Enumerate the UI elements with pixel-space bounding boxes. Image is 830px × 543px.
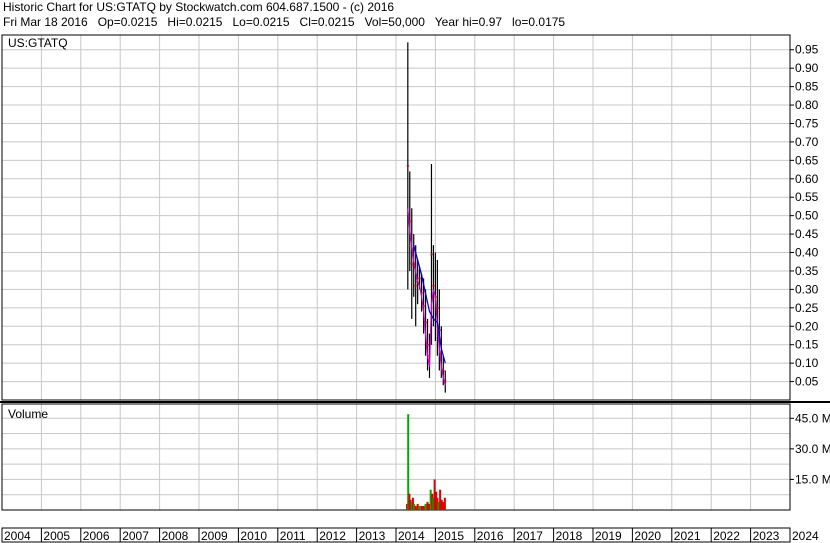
- price-tick-label: 0.70: [795, 135, 819, 149]
- price-tick-label: 0.90: [795, 61, 819, 75]
- x-tick-label: 2005: [43, 529, 70, 543]
- price-close-mark: [406, 164, 409, 167]
- x-tick-label: 2010: [240, 529, 267, 543]
- price-tick-label: 0.60: [795, 172, 819, 186]
- volume-bar: [426, 501, 429, 510]
- grid-lines: [1, 35, 791, 510]
- price-tick-label: 0.20: [795, 319, 819, 333]
- volume-bar: [414, 505, 417, 510]
- volume-tick-label: 30.0 M: [795, 442, 830, 456]
- panel-frames: [0, 34, 830, 543]
- price-tick-label: 0.30: [795, 282, 819, 296]
- price-close-mark: [430, 253, 433, 256]
- price-tick-label: 0.10: [795, 356, 819, 370]
- price-close-mark: [410, 262, 413, 265]
- volume-bar: [443, 497, 446, 510]
- volume-bar: [416, 503, 419, 510]
- price-tick-label: 0.15: [795, 338, 819, 352]
- x-tick-label: 2023: [753, 529, 780, 543]
- volume-bar: [420, 505, 423, 510]
- price-panel-title: US:GTATQ: [8, 36, 68, 50]
- volume-bar: [422, 505, 425, 510]
- stock-chart: 0.95 0.90 0.85 0.80 0.75 0.70 0.65 0.60 0.55 0.50…: [0, 34, 830, 543]
- x-tick-label: 2017: [516, 529, 543, 543]
- x-tick-label: 2006: [83, 529, 110, 543]
- price-tick-label: 0.65: [795, 153, 819, 167]
- x-tick-label: 2024: [792, 529, 819, 543]
- price-tick-label: 0.35: [795, 264, 819, 278]
- price-tick-label: 0.50: [795, 209, 819, 223]
- volume-tick-label: 15.0 M: [795, 472, 830, 486]
- x-tick-label: 2021: [674, 529, 701, 543]
- x-tick-label: 2022: [713, 529, 740, 543]
- x-tick-label: 2004: [4, 529, 31, 543]
- price-close-mark: [432, 284, 435, 287]
- volume-panel-title: Volume: [8, 407, 48, 421]
- price-tick-label: 0.55: [795, 190, 819, 204]
- x-tick-label: 2016: [477, 529, 504, 543]
- x-tick-label: 2020: [634, 529, 661, 543]
- x-tick-label: 2018: [556, 529, 583, 543]
- volume-bar: [418, 505, 421, 510]
- price-tick-label: 0.45: [795, 227, 819, 241]
- x-tick-label: 2008: [162, 529, 189, 543]
- price-tick-label: 0.75: [795, 116, 819, 130]
- price-tick-label: 0.95: [795, 43, 819, 57]
- x-tick-label: 2007: [122, 529, 149, 543]
- x-tick-label: 2012: [319, 529, 346, 543]
- price-tick-label: 0.25: [795, 301, 819, 315]
- volume-tick-label: 45.0 M: [795, 411, 830, 425]
- price-close-mark: [418, 277, 421, 280]
- price-tick-label: 0.80: [795, 98, 819, 112]
- volume-series: [406, 414, 446, 510]
- x-tick-label: 2014: [398, 529, 425, 543]
- x-tick-label: 2011: [280, 529, 306, 543]
- price-tick-label: 0.85: [795, 80, 819, 94]
- price-close-mark: [414, 284, 417, 287]
- x-tick-label: 2019: [595, 529, 622, 543]
- price-tick-label: 0.05: [795, 375, 819, 389]
- x-tick-label: 2009: [201, 529, 228, 543]
- volume-bar: [424, 503, 427, 510]
- x-tick-label: 2015: [437, 529, 464, 543]
- price-tick-label: 0.40: [795, 246, 819, 260]
- price-series: [406, 42, 447, 393]
- x-tick-label: 2013: [359, 529, 386, 543]
